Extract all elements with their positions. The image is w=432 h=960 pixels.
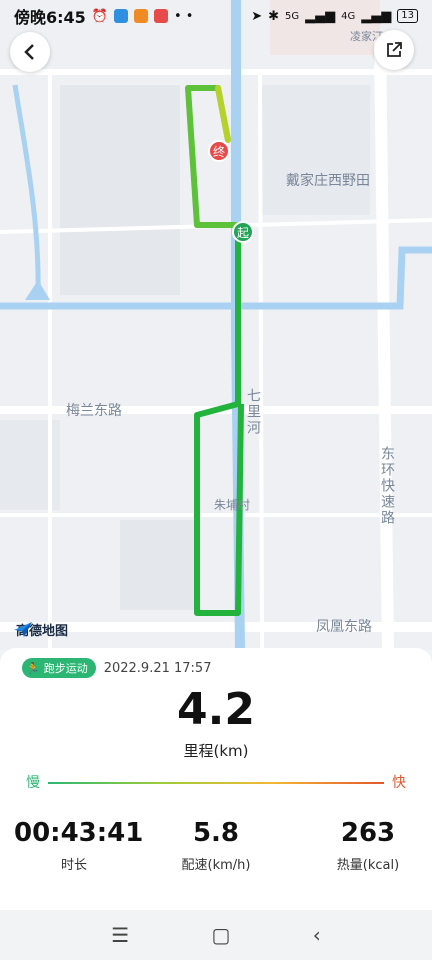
- status-bar: 傍晚6:45 ⏰ • • ➤ ✱ 5G ▂▄▆ 4G ▂▄▆ 13: [0, 0, 432, 32]
- home-icon[interactable]: ▢: [212, 923, 231, 947]
- share-icon: [387, 42, 402, 57]
- bluetooth-icon: ✱: [268, 8, 280, 24]
- map-label-donghuan: 东环快速路: [379, 446, 395, 526]
- distance-value: 4.2: [177, 684, 255, 735]
- slow-label: 慢: [26, 775, 40, 791]
- sport-type-label: 跑步运动: [43, 662, 88, 675]
- location-icon: ➤: [251, 8, 263, 24]
- back-nav-icon[interactable]: ‹: [313, 923, 321, 947]
- pace-gradient-bar: [48, 782, 384, 784]
- share-button[interactable]: [374, 30, 414, 70]
- signal-icon: ▂▄▆: [305, 8, 336, 24]
- menu-icon[interactable]: ☰: [111, 923, 129, 947]
- map-label-zhubei: 朱埔村: [214, 498, 251, 512]
- map-canvas: [0, 0, 432, 650]
- back-button[interactable]: [10, 32, 50, 72]
- sport-type-badge: 🏃 跑步运动: [22, 658, 96, 678]
- signal-icon-2: ▂▄▆: [361, 8, 392, 24]
- map-label-fenghuang: 凤凰东路: [316, 619, 372, 635]
- stat-label: 时长: [60, 858, 87, 873]
- map-label-qili: 七里河: [245, 388, 261, 436]
- fast-label: 快: [392, 775, 406, 791]
- alarm-icon: ⏰: [91, 8, 108, 24]
- stat-calories: 263 热量(kcal): [308, 818, 428, 873]
- running-icon: 🏃: [26, 661, 40, 675]
- distance-label: 里程(km): [183, 742, 249, 760]
- battery-icon: 13: [397, 9, 418, 23]
- stat-label: 热量(kcal): [336, 858, 400, 873]
- stat-label: 配速(km/h): [181, 858, 251, 873]
- taobao-notification-icon: [134, 9, 148, 23]
- workout-date: 2022.9.21 17:57: [103, 660, 212, 676]
- app-notification-icon-2: [154, 9, 168, 23]
- stat-duration: 00:43:41 时长: [14, 818, 144, 873]
- stat-speed: 5.8 配速(km/h): [156, 818, 276, 873]
- more-notifications-icon: • •: [174, 8, 194, 24]
- chevron-left-icon: [24, 44, 34, 60]
- workout-summary-panel: 🏃 跑步运动 2022.9.21 17:57 4.2 里程(km) 慢 快 00…: [0, 648, 432, 910]
- network-4g-label: 4G: [341, 10, 356, 22]
- start-marker: 起: [232, 221, 254, 243]
- stat-value: 00:43:41: [14, 818, 144, 848]
- status-time: 傍晚6:45: [14, 8, 86, 27]
- stat-value: 263: [340, 818, 396, 848]
- stat-value: 5.8: [192, 818, 240, 848]
- system-nav-bar: ☰ ▢ ‹: [0, 910, 432, 960]
- route-map[interactable]: 戴家庄西野田 梅兰东路 七里河 朱埔村 东环快速路 凤凰东路 凌家汀 终 起 高…: [0, 0, 432, 650]
- amap-logo: 高德地图: [12, 620, 68, 639]
- map-label-daijia: 戴家庄西野田: [286, 173, 370, 189]
- app-notification-icon: [114, 9, 128, 23]
- end-marker: 终: [208, 140, 230, 162]
- network-5g-label: 5G: [285, 10, 300, 22]
- map-label-meilan: 梅兰东路: [66, 403, 122, 419]
